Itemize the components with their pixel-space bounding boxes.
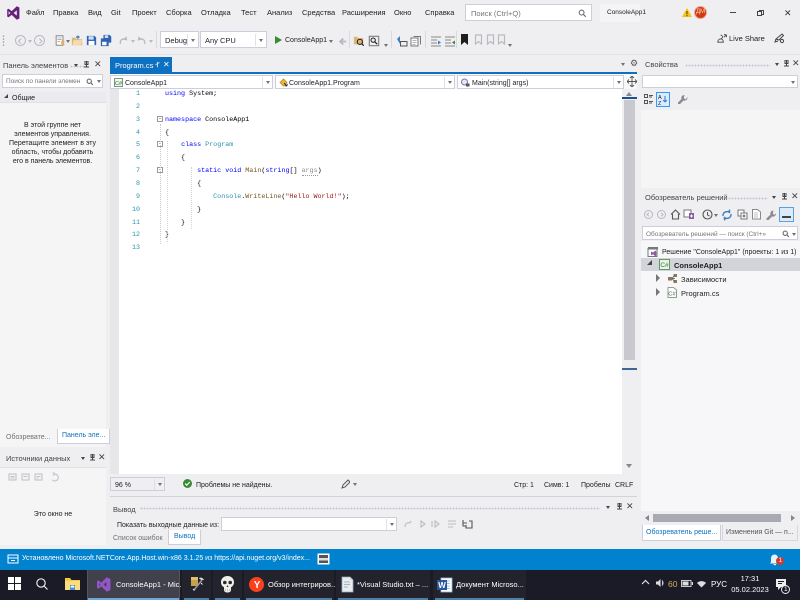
svg-text:C#: C#	[114, 80, 122, 86]
svg-text:Z: Z	[658, 101, 662, 105]
svg-text:C#: C#	[660, 262, 669, 269]
svg-text:C#: C#	[668, 292, 676, 298]
svg-text:W: W	[438, 581, 446, 590]
